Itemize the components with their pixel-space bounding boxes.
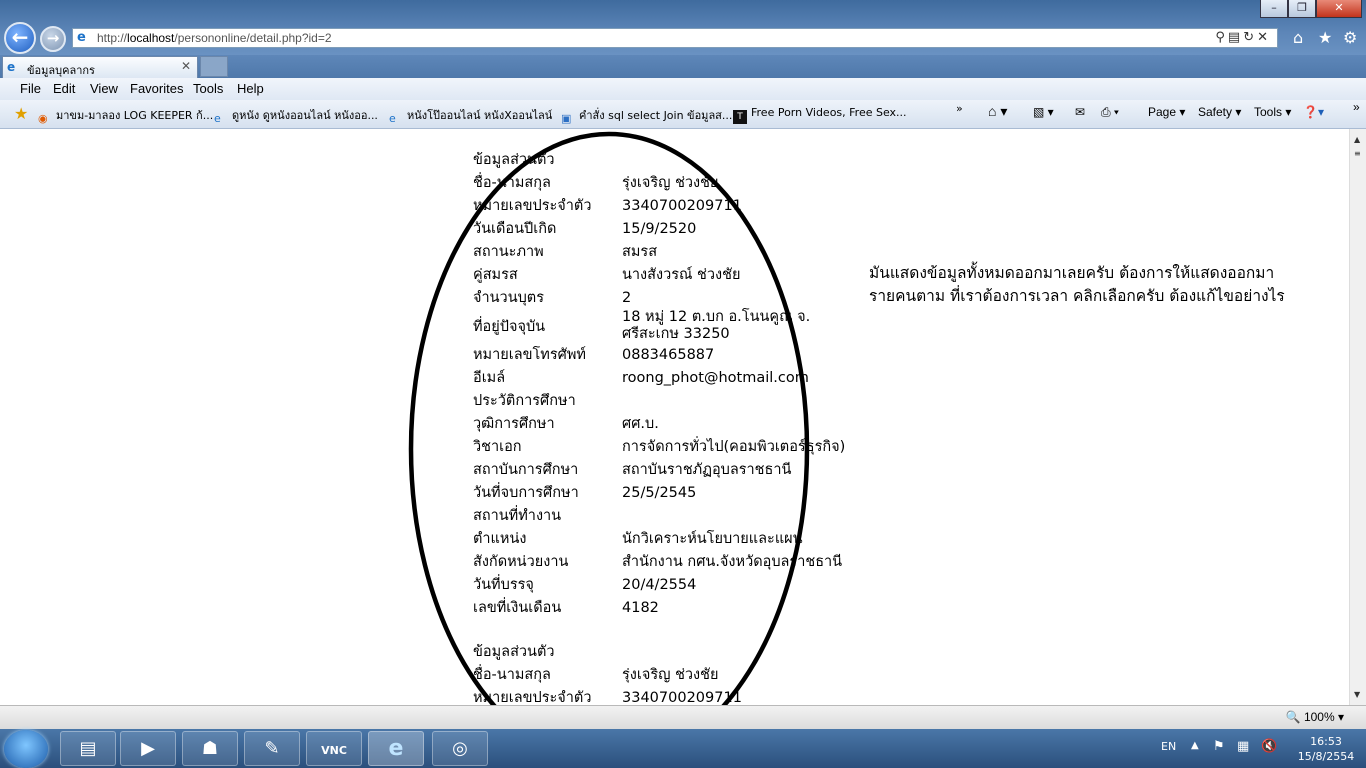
site-icon: ▣ [561,112,572,125]
vnc-icon: VNC [321,744,347,757]
mail-icon[interactable]: ✉ [1075,105,1085,119]
app-icon: ◎ [452,738,468,759]
chevron-more-icon[interactable]: » [956,102,963,115]
tab-row: e ข้อมูลบุคลากร ✕ [0,55,1366,78]
clock-time: 16:53 [1310,735,1342,748]
network-tray-icon[interactable]: ▦ [1237,739,1249,754]
safety-menu[interactable]: Safety ▾ [1198,105,1241,119]
favorites-bar: ★ ◉ มาขม-มาลอง LOG KEEPER ก้... e ดูหนัง ด… [0,100,1366,129]
taskbar: ▤ ▶ ☗ ✎ VNC e ◎ EN ▲ ⚑ ▦ 🔇 16:53 15/8/25… [0,729,1366,768]
zoom-control[interactable]: 🔍 100% ▾ [1286,710,1344,724]
rss-icon[interactable]: ▧ ▾ [1033,105,1054,119]
flag-icon[interactable]: ⚑ [1213,739,1225,754]
close-tab-icon[interactable]: ✕ [181,59,191,73]
home-icon[interactable]: ⌂ ▾ [988,103,1007,120]
language-indicator[interactable]: EN [1161,740,1176,753]
address-bar[interactable]: e http://localhost/persononline/detail.p… [72,28,1278,48]
back-button[interactable]: ← [4,22,36,54]
page-content: ข้อมูลส่วนตัว ชื่อ-นามสกุล รุ่งเจริญ ช่วงช… [0,129,1349,705]
site-icon: T [733,110,747,124]
status-bar: 🔍 100% ▾ [0,705,1366,729]
forward-button[interactable]: → [40,26,66,52]
chevron-more-icon[interactable]: » [1353,100,1360,114]
folder-icon: ▤ [79,738,97,759]
gear-icon[interactable]: ⚙ [1343,28,1357,47]
tray-expand-icon[interactable]: ▲ [1191,740,1199,751]
clock[interactable]: 16:53 15/8/2554 [1296,734,1356,764]
menu-help[interactable]: Help [237,81,264,96]
scroll-up-icon[interactable]: ▲ [1354,135,1360,144]
favorite-item[interactable]: ▣ คำสั่ง sql select Join ข้อมูลส... [561,106,732,126]
browser-title-bar: – ❐ ✕ ← → e http://localhost/persononlin… [0,0,1366,55]
favorite-item[interactable]: e ดูหนัง ดูหนังออนไลน์ หนังออ... [214,106,378,126]
close-button[interactable]: ✕ [1316,0,1362,18]
tools-menu[interactable]: Tools ▾ [1254,105,1291,119]
explorer-taskbar-button[interactable]: ▤ [60,731,116,766]
vnc-taskbar-button[interactable]: VNC [306,731,362,766]
compat-view-icon[interactable]: ▤ [1228,30,1243,45]
menu-bar: File Edit View Favorites Tools Help [0,78,1366,100]
arrow-right-icon: → [46,29,60,47]
favorite-item[interactable]: T Free Porn Videos, Free Sex... [733,106,907,124]
ie-page-icon: e [214,112,221,125]
tab-title: ข้อมูลบุคลากร [27,64,95,77]
ie-taskbar-button[interactable]: e [368,731,424,766]
ie-page-icon: e [389,112,396,125]
minimize-button[interactable]: – [1260,0,1288,18]
network-icon: ☗ [201,738,219,759]
favorite-item[interactable]: e หนังโป๊ออนไลน์ หนังXออนไลน์ [389,106,552,126]
ubuntu-icon: ◉ [38,112,48,125]
clock-date: 15/8/2554 [1297,750,1355,763]
scroll-down-icon[interactable]: ▼ [1354,690,1360,699]
tab-active[interactable]: e ข้อมูลบุคลากร ✕ [2,56,198,78]
address-tools: ⚲▤↻✕ [1215,30,1271,45]
menu-tools[interactable]: Tools [193,81,223,96]
media-taskbar-button[interactable]: ▶ [120,731,176,766]
media-player-icon: ▶ [141,738,155,759]
window-controls: – ❐ ✕ [1260,0,1362,18]
page-menu[interactable]: Page ▾ [1148,105,1185,119]
app-taskbar-button[interactable]: ◎ [432,731,488,766]
start-button[interactable] [4,730,48,768]
ellipse-annotation [408,131,810,705]
maximize-button[interactable]: ❐ [1288,0,1316,18]
ie-icon: e [388,736,404,761]
paint-taskbar-button[interactable]: ✎ [244,731,300,766]
search-icon[interactable]: ⚲ [1215,30,1228,45]
network-taskbar-button[interactable]: ☗ [182,731,238,766]
print-icon[interactable]: ⎙ ▾ [1101,105,1119,120]
new-tab-button[interactable] [200,56,228,77]
stop-icon[interactable]: ✕ [1257,30,1271,45]
favorites-star-icon[interactable]: ★ [14,104,28,123]
help-icon[interactable]: ❓▾ [1303,105,1324,119]
scroll-thumb-icon[interactable]: ≡ [1354,149,1361,158]
home-icon[interactable]: ⌂ [1293,28,1303,47]
menu-favorites[interactable]: Favorites [130,81,183,96]
favorites-star-icon[interactable]: ★ [1318,28,1332,47]
vertical-scrollbar[interactable]: ▲ ≡ ▼ [1349,129,1366,705]
refresh-icon[interactable]: ↻ [1243,30,1257,45]
menu-view[interactable]: View [90,81,118,96]
paint-icon: ✎ [264,738,280,759]
volume-icon[interactable]: 🔇 [1261,739,1277,754]
arrow-left-icon: ← [11,25,29,49]
zoom-icon: 🔍 [1285,710,1301,724]
ie-tab-icon: e [7,60,16,74]
url-text: http://localhost/persononline/detail.php… [97,31,332,45]
ie-page-icon: e [77,30,86,45]
menu-edit[interactable]: Edit [53,81,75,96]
menu-file[interactable]: File [20,81,41,96]
favorite-item[interactable]: ◉ มาขม-มาลอง LOG KEEPER ก้... [38,106,213,126]
